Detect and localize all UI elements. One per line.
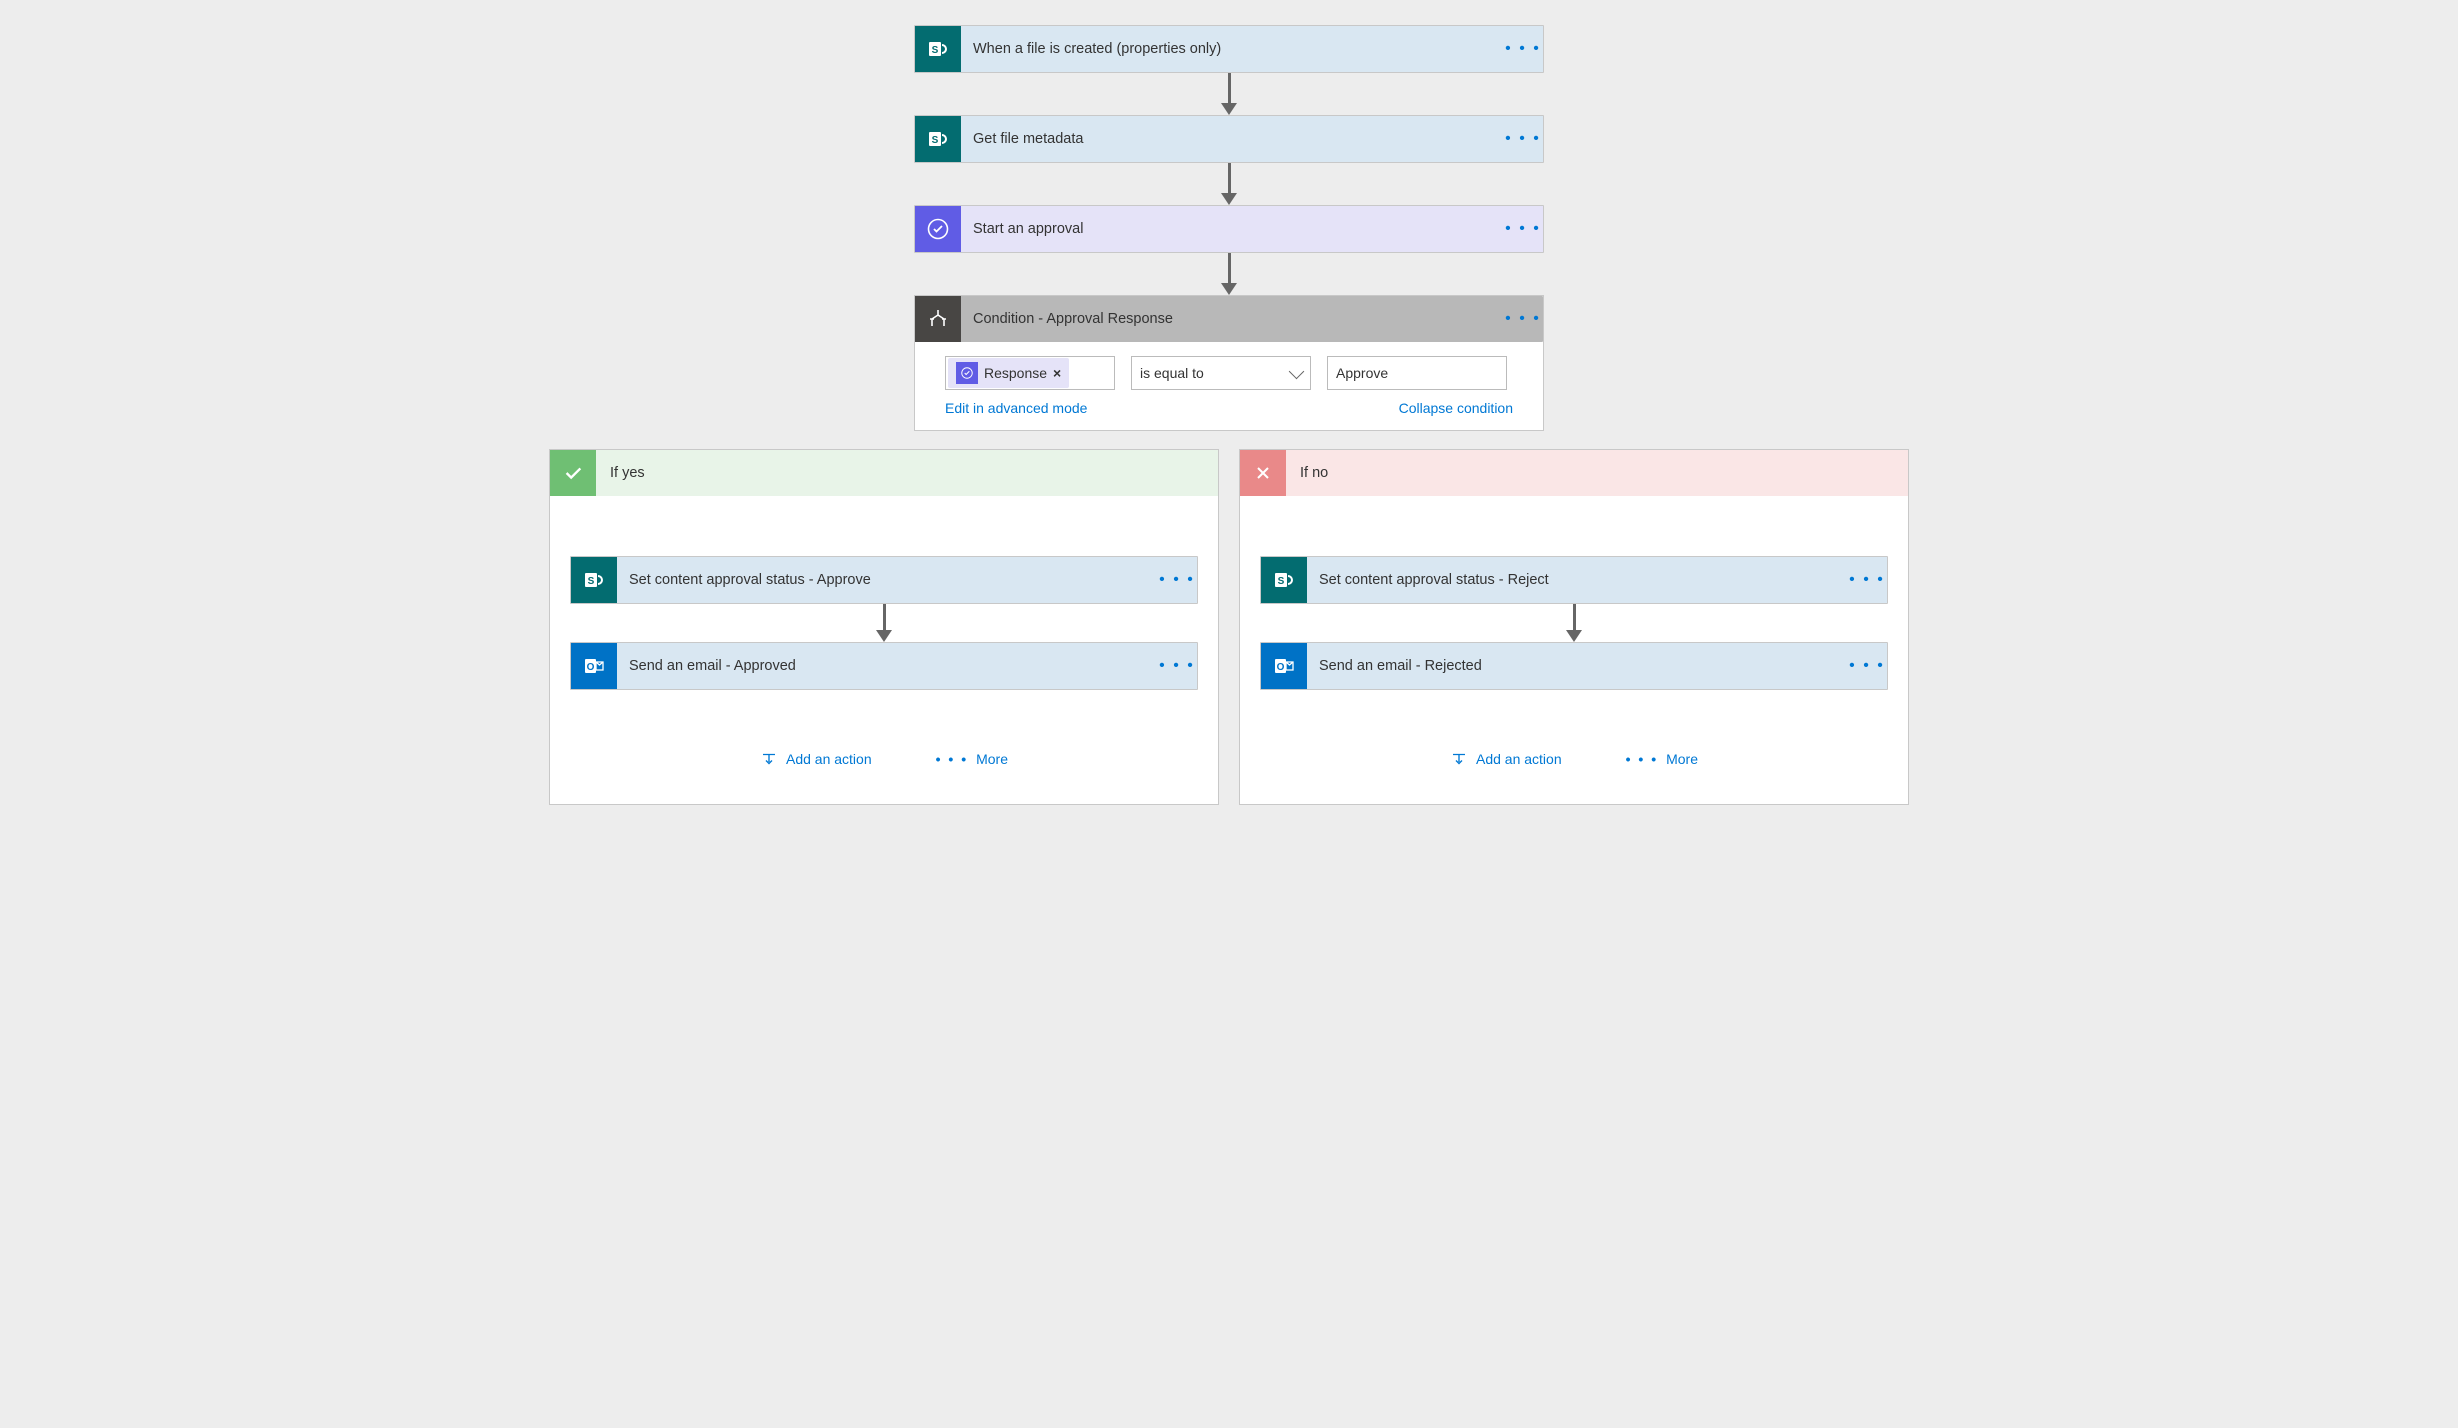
trigger-title: When a file is created (properties only): [961, 41, 1503, 57]
condition-footer: Edit in advanced mode Collapse condition: [915, 400, 1543, 430]
arrow: [1221, 253, 1237, 295]
arrow: [1221, 163, 1237, 205]
more-button[interactable]: • • • More: [936, 751, 1008, 767]
more-menu[interactable]: • • •: [1503, 220, 1543, 238]
condition-block: Condition - Approval Response • • • Resp…: [914, 295, 1544, 431]
add-action-button[interactable]: Add an action: [760, 750, 872, 768]
more-menu[interactable]: • • •: [1847, 657, 1887, 675]
get-metadata-title: Get file metadata: [961, 131, 1503, 147]
add-action-button[interactable]: Add an action: [1450, 750, 1562, 768]
svg-text:O: O: [587, 662, 595, 673]
set-approval-approve-card[interactable]: S Set content approval status - Approve …: [570, 556, 1198, 604]
sharepoint-icon: S: [915, 116, 961, 162]
token-label: Response: [984, 365, 1047, 381]
trigger-card[interactable]: S When a file is created (properties onl…: [914, 25, 1544, 73]
send-email-rejected-card[interactable]: O Send an email - Rejected • • •: [1260, 642, 1888, 690]
arrow: [876, 604, 892, 642]
condition-body: Response × is equal to Approve: [915, 342, 1543, 400]
if-no-branch: If no S Set content approval status - Re…: [1239, 449, 1909, 805]
outlook-icon: O: [571, 643, 617, 689]
card-title: Send an email - Rejected: [1307, 658, 1847, 674]
more-menu[interactable]: • • •: [1847, 571, 1887, 589]
more-label: More: [976, 751, 1008, 767]
svg-text:S: S: [1278, 576, 1285, 587]
svg-text:S: S: [932, 135, 939, 146]
condition-card[interactable]: Condition - Approval Response • • •: [915, 296, 1543, 342]
approval-icon: [915, 206, 961, 252]
sharepoint-icon: S: [915, 26, 961, 72]
card-title: Set content approval status - Reject: [1307, 572, 1847, 588]
value-text: Approve: [1336, 365, 1388, 381]
collapse-condition-link[interactable]: Collapse condition: [1399, 400, 1513, 416]
svg-text:S: S: [932, 45, 939, 56]
more-button[interactable]: • • • More: [1626, 751, 1698, 767]
add-action-label: Add an action: [786, 751, 872, 767]
chevron-down-icon: [1289, 363, 1305, 379]
operator-value: is equal to: [1140, 365, 1204, 381]
condition-icon: [915, 296, 961, 342]
more-menu[interactable]: • • •: [1157, 657, 1197, 675]
svg-text:S: S: [588, 576, 595, 587]
if-yes-branch: If yes S Set content approval status - A…: [549, 449, 1219, 805]
set-approval-reject-card[interactable]: S Set content approval status - Reject •…: [1260, 556, 1888, 604]
more-menu[interactable]: • • •: [1503, 310, 1543, 328]
sharepoint-icon: S: [571, 557, 617, 603]
start-approval-card[interactable]: Start an approval • • •: [914, 205, 1544, 253]
more-label: More: [1666, 751, 1698, 767]
more-menu[interactable]: • • •: [1157, 571, 1197, 589]
if-yes-header[interactable]: If yes: [550, 450, 1218, 496]
arrow: [1221, 73, 1237, 115]
flow-canvas: S When a file is created (properties onl…: [50, 25, 2408, 805]
cross-icon: [1240, 450, 1286, 496]
edit-advanced-link[interactable]: Edit in advanced mode: [945, 400, 1087, 416]
sharepoint-icon: S: [1261, 557, 1307, 603]
approval-icon: [956, 362, 978, 384]
svg-text:O: O: [1277, 662, 1285, 673]
if-no-header[interactable]: If no: [1240, 450, 1908, 496]
token-remove-icon[interactable]: ×: [1053, 365, 1061, 381]
start-approval-title: Start an approval: [961, 221, 1503, 237]
add-action-label: Add an action: [1476, 751, 1562, 767]
condition-operator-select[interactable]: is equal to: [1131, 356, 1311, 390]
condition-branches: If yes S Set content approval status - A…: [549, 449, 1909, 805]
more-menu[interactable]: • • •: [1503, 40, 1543, 58]
condition-title: Condition - Approval Response: [961, 311, 1503, 327]
card-title: Set content approval status - Approve: [617, 572, 1157, 588]
outlook-icon: O: [1261, 643, 1307, 689]
card-title: Send an email - Approved: [617, 658, 1157, 674]
if-no-title: If no: [1286, 465, 1328, 481]
send-email-approved-card[interactable]: O Send an email - Approved • • •: [570, 642, 1198, 690]
more-menu[interactable]: • • •: [1503, 130, 1543, 148]
condition-left-operand[interactable]: Response ×: [945, 356, 1115, 390]
arrow: [1566, 604, 1582, 642]
get-metadata-card[interactable]: S Get file metadata • • •: [914, 115, 1544, 163]
check-icon: [550, 450, 596, 496]
if-yes-title: If yes: [596, 465, 645, 481]
condition-value-input[interactable]: Approve: [1327, 356, 1507, 390]
more-icon: • • •: [1626, 751, 1658, 767]
more-icon: • • •: [936, 751, 968, 767]
dynamic-token[interactable]: Response ×: [948, 358, 1069, 388]
